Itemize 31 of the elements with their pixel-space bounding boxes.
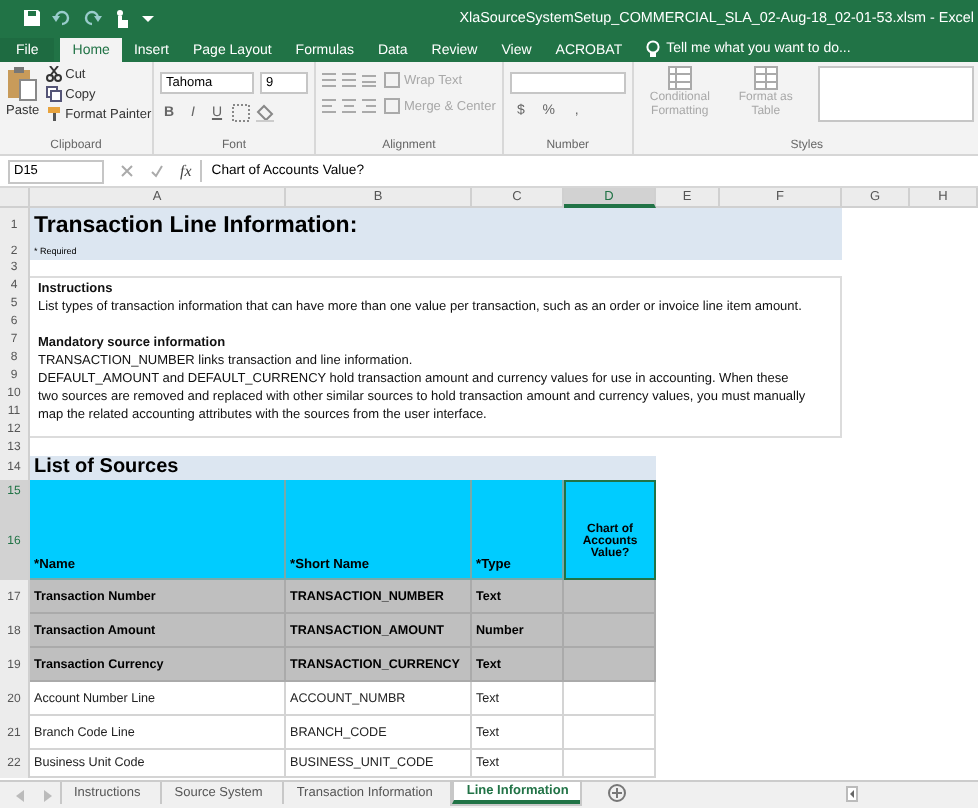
scroll-tabs-right-icon[interactable] <box>42 790 52 802</box>
list-title: List of Sources <box>34 456 179 480</box>
table-cell <box>564 682 656 716</box>
table-cell <box>564 648 656 682</box>
scroll-tabs-left-icon[interactable] <box>16 790 26 802</box>
cell-styles-gallery[interactable] <box>817 66 974 122</box>
paintbrush-icon <box>45 106 62 122</box>
add-sheet-icon[interactable] <box>608 784 627 802</box>
copy-icon <box>45 86 62 102</box>
cancel-icon[interactable] <box>120 164 134 178</box>
align-icon[interactable] <box>322 72 378 88</box>
touch-icon[interactable] <box>112 7 132 27</box>
fill-color-icon[interactable] <box>256 104 274 122</box>
align-icon[interactable] <box>322 98 378 114</box>
customize-icon[interactable] <box>142 11 154 23</box>
scissors-icon <box>45 66 62 82</box>
sheet-title: Transaction Line Information: <box>34 212 360 242</box>
scroll-left-icon[interactable] <box>846 786 858 802</box>
merge-icon <box>384 98 400 114</box>
redo-icon[interactable] <box>82 7 102 27</box>
borders-icon[interactable] <box>232 104 250 122</box>
check-icon[interactable] <box>150 164 164 178</box>
table-cell <box>564 614 656 648</box>
undo-icon[interactable] <box>52 7 72 27</box>
save-icon[interactable] <box>22 7 42 27</box>
table-cell <box>564 580 656 614</box>
number-format-field[interactable] <box>509 72 626 94</box>
table-cell <box>564 716 656 750</box>
wrap-text-icon <box>384 72 400 88</box>
insert-function-button[interactable]: fx <box>180 162 192 180</box>
lightbulb-icon <box>646 40 661 58</box>
